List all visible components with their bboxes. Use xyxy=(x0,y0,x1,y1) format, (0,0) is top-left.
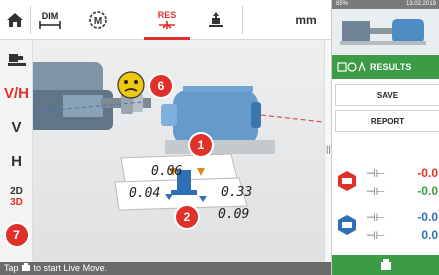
device-status-bar: 85% 13.02.2019 xyxy=(332,0,439,9)
dim-button[interactable]: DIM xyxy=(31,0,69,40)
value-top-left: 0.06 xyxy=(151,164,183,179)
marker-2: 2 xyxy=(176,206,198,228)
pump-machine xyxy=(33,62,113,130)
3d-viewport[interactable]: 6 1 2 0.06 0.33 0.04 0.09 xyxy=(33,40,324,262)
save-button[interactable]: SAVE xyxy=(335,84,439,106)
foot-icon: ⊣⊢ xyxy=(366,186,386,198)
machine-scene xyxy=(33,62,324,211)
machine-thumbnail[interactable] xyxy=(332,9,439,54)
result-value-4: 0.0 xyxy=(421,228,438,242)
value-bottom-right: 0.09 xyxy=(218,207,250,222)
result-value-3: -0.0 xyxy=(417,210,438,224)
panel-splitter[interactable]: ||| xyxy=(324,40,333,262)
result-row-h-1: ⊣⊢ -0.0 xyxy=(332,182,439,202)
move-button[interactable] xyxy=(196,0,236,40)
dim-label: DIM xyxy=(41,11,59,21)
results-arrow-icon xyxy=(159,21,175,29)
machine-thumbnail-image xyxy=(340,19,426,45)
motor-machine xyxy=(161,86,324,154)
result-row-v-1: ⊣⊢ -0.0 xyxy=(332,164,439,184)
report-button[interactable]: REPORT xyxy=(335,110,439,132)
results-label: RESULTS xyxy=(370,62,412,72)
view-v-button[interactable]: V xyxy=(0,112,33,142)
left-sidebar: V/H V H 2D 3D 7 xyxy=(0,40,33,262)
live-move-icon xyxy=(22,263,31,271)
result-value-1: -0.0 xyxy=(417,166,438,180)
unit-label[interactable]: mm xyxy=(286,0,326,40)
toolbar-divider xyxy=(242,6,243,34)
3d-label: 3D xyxy=(10,197,23,208)
machine-train-icon xyxy=(7,54,26,66)
results-header[interactable]: RESULTS xyxy=(332,55,439,79)
status-bar: Tap to start Live Move. xyxy=(0,262,331,275)
status-suffix: to start Live Move. xyxy=(33,263,108,273)
marker-7-container: 7 xyxy=(0,220,33,250)
value-bottom-left: 0.04 xyxy=(129,186,161,201)
live-move-button[interactable] xyxy=(332,255,439,275)
move-machine-icon xyxy=(209,12,223,27)
machine-gear-icon: M xyxy=(89,11,107,29)
right-panel: 85% 13.02.2019 RESULTS SAVE REPORT ⊣⊢ -0… xyxy=(331,0,439,275)
value-top-right: 0.33 xyxy=(221,185,253,200)
foot-icon: ⊣⊢ xyxy=(366,168,386,180)
view-vh-button[interactable]: V/H xyxy=(0,78,33,108)
result-row-h-2: ⊣⊢ 0.0 xyxy=(332,226,439,246)
top-toolbar: DIM M RES mm xyxy=(0,0,331,40)
date-display: 13.02.2019 xyxy=(405,1,436,7)
result-value-2: -0.0 xyxy=(417,184,438,198)
res-button[interactable]: RES xyxy=(144,0,190,40)
marker-6: 6 xyxy=(150,75,172,97)
machine-train-button[interactable] xyxy=(0,46,33,74)
foot-icon: ⊣⊢ xyxy=(366,230,386,242)
machine-button[interactable]: M xyxy=(74,0,122,40)
result-row-v-2: ⊣⊢ -0.0 xyxy=(332,208,439,228)
foot-icon: ⊣⊢ xyxy=(366,212,386,224)
view-h-button[interactable]: H xyxy=(0,146,33,176)
battery-level: 85% xyxy=(336,1,349,7)
status-prefix: Tap xyxy=(4,263,19,273)
machine-label: M xyxy=(94,16,102,27)
results-mode-icon xyxy=(337,61,366,72)
view-2d-3d-toggle[interactable]: 2D 3D xyxy=(0,180,33,214)
dimension-arrow-icon xyxy=(39,21,61,29)
live-move-icon xyxy=(381,259,391,270)
home-icon xyxy=(7,13,23,27)
2d-label: 2D xyxy=(10,186,23,197)
marker-7: 7 xyxy=(5,224,28,246)
home-button[interactable] xyxy=(0,0,30,40)
marker-1: 1 xyxy=(190,134,212,156)
status-smiley-icon xyxy=(117,71,145,99)
res-label: RES xyxy=(157,10,177,20)
